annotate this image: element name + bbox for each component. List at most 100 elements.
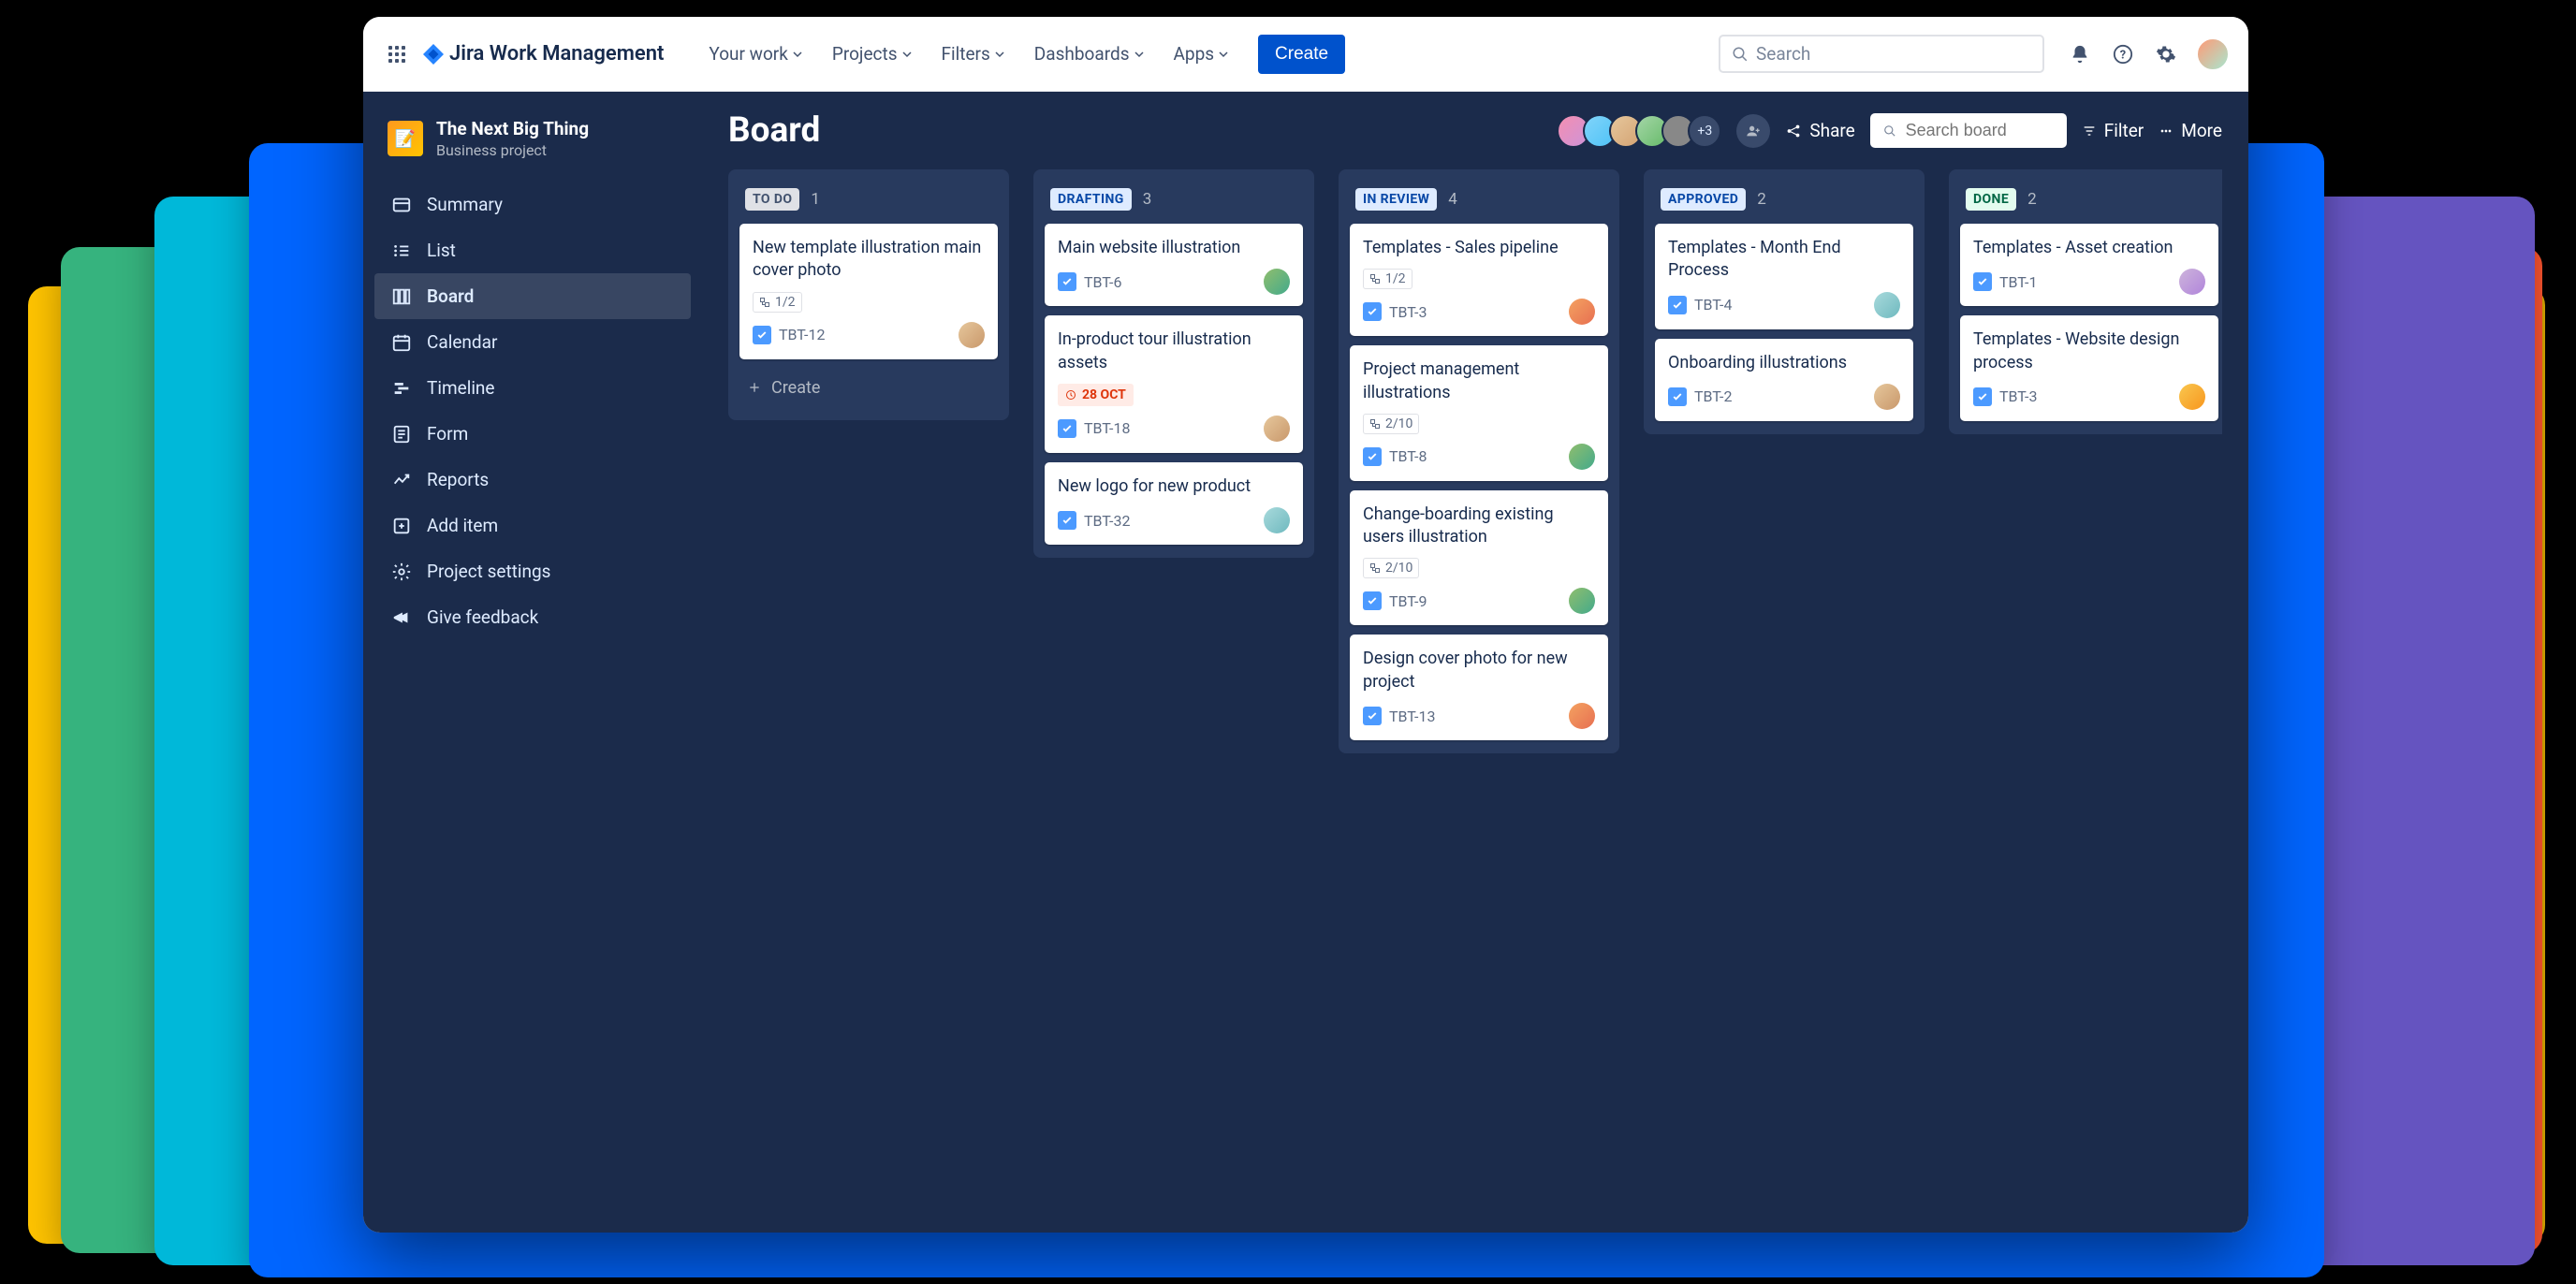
sidebar-item-list[interactable]: List <box>374 227 691 273</box>
app-switcher-icon[interactable] <box>382 39 412 69</box>
subtask-icon <box>759 297 770 308</box>
column-header[interactable]: IN REVIEW4 <box>1350 182 1608 214</box>
jira-logo-icon <box>423 44 444 65</box>
filter-label: Filter <box>2104 120 2144 141</box>
card-footer: TBT-6 <box>1058 269 1290 295</box>
sidebar-label: Calendar <box>427 331 497 353</box>
project-name: The Next Big Thing <box>436 118 589 139</box>
assignee-avatar[interactable] <box>1874 384 1900 410</box>
share-label: Share <box>1809 120 1854 141</box>
nav-your-work[interactable]: Your work <box>695 36 814 72</box>
card-footer: TBT-32 <box>1058 507 1290 533</box>
assignee-avatar[interactable] <box>2179 269 2205 295</box>
issue-key[interactable]: TBT-3 <box>1973 387 2037 406</box>
assignee-avatar[interactable] <box>1569 299 1595 325</box>
task-type-icon <box>1363 707 1382 725</box>
notifications-icon[interactable] <box>2067 41 2093 67</box>
task-type-icon <box>1973 272 1992 291</box>
column-count: 2 <box>1757 190 1766 209</box>
avatar-stack[interactable]: +3 <box>1557 114 1721 148</box>
global-search[interactable]: Search <box>1719 35 2044 73</box>
issue-card[interactable]: Templates - Asset creationTBT-1 <box>1960 224 2218 306</box>
assignee-avatar[interactable] <box>959 322 985 348</box>
assignee-avatar[interactable] <box>1264 507 1290 533</box>
issue-card[interactable]: New template illustration main cover pho… <box>739 224 998 359</box>
issue-key[interactable]: TBT-12 <box>753 326 825 344</box>
column-header[interactable]: DRAFTING3 <box>1045 182 1303 214</box>
issue-card[interactable]: In-product tour illustration assets28 OC… <box>1045 315 1303 453</box>
issue-key[interactable]: TBT-4 <box>1668 296 1732 314</box>
add-person-button[interactable] <box>1736 114 1770 148</box>
create-issue-button[interactable]: Create <box>739 369 998 407</box>
assignee-avatar[interactable] <box>1569 588 1595 614</box>
sidebar-item-timeline[interactable]: Timeline <box>374 365 691 411</box>
filter-button[interactable]: Filter <box>2082 120 2144 141</box>
profile-avatar[interactable] <box>2196 37 2230 71</box>
assignee-avatar[interactable] <box>1569 444 1595 470</box>
card-footer: TBT-1 <box>1973 269 2205 295</box>
sidebar-item-calendar[interactable]: Calendar <box>374 319 691 365</box>
assignee-avatar[interactable] <box>1874 292 1900 318</box>
nav-dashboards[interactable]: Dashboards <box>1021 36 1157 72</box>
issue-key[interactable]: TBT-9 <box>1363 591 1427 610</box>
sidebar-item-settings[interactable]: Project settings <box>374 548 691 594</box>
sidebar-item-form[interactable]: Form <box>374 411 691 457</box>
issue-key[interactable]: TBT-18 <box>1058 419 1130 438</box>
product-logo[interactable]: Jira Work Management <box>423 42 664 66</box>
issue-card[interactable]: Main website illustrationTBT-6 <box>1045 224 1303 306</box>
plus-icon <box>747 380 762 395</box>
column-header[interactable]: TO DO1 <box>739 182 998 214</box>
assignee-avatar[interactable] <box>2179 384 2205 410</box>
assignee-avatar[interactable] <box>1264 416 1290 442</box>
share-button[interactable]: Share <box>1785 120 1854 141</box>
column-header[interactable]: DONE2 <box>1960 182 2218 214</box>
issue-card[interactable]: Templates - Sales pipeline1/2TBT-3 <box>1350 224 1608 336</box>
nav-apps[interactable]: Apps <box>1161 36 1242 72</box>
due-date-badge: 28 OCT <box>1058 384 1134 406</box>
issue-card[interactable]: Design cover photo for new projectTBT-13 <box>1350 635 1608 740</box>
help-icon[interactable]: ? <box>2110 41 2136 67</box>
create-button[interactable]: Create <box>1258 35 1345 74</box>
sidebar-label: Board <box>427 285 474 307</box>
column-name: IN REVIEW <box>1355 188 1437 211</box>
issue-card[interactable]: Templates - Website design processTBT-3 <box>1960 315 2218 421</box>
sidebar-item-summary[interactable]: Summary <box>374 182 691 227</box>
issue-card[interactable]: Project management illustrations2/10TBT-… <box>1350 345 1608 481</box>
board-column: IN REVIEW4 Templates - Sales pipeline1/2T… <box>1339 169 1619 753</box>
card-title: New template illustration main cover pho… <box>753 237 985 283</box>
issue-card[interactable]: Change-boarding existing users illustrat… <box>1350 490 1608 626</box>
board-search-input[interactable] <box>1906 121 2054 140</box>
add-item-icon <box>391 516 412 536</box>
issue-key[interactable]: TBT-32 <box>1058 511 1130 530</box>
add-person-icon <box>1746 124 1761 139</box>
sidebar: 📝 The Next Big Thing Business project Su… <box>363 92 702 1233</box>
sidebar-item-feedback[interactable]: Give feedback <box>374 594 691 640</box>
issue-card[interactable]: Templates - Month End ProcessTBT-4 <box>1655 224 1913 329</box>
settings-icon[interactable] <box>2153 41 2179 67</box>
more-button[interactable]: More <box>2159 120 2222 141</box>
issue-key[interactable]: TBT-3 <box>1363 302 1427 321</box>
app-window: Jira Work Management Your work Projects … <box>363 17 2248 1233</box>
project-type: Business project <box>436 141 589 159</box>
sidebar-item-reports[interactable]: Reports <box>374 457 691 503</box>
nav-projects[interactable]: Projects <box>819 36 925 72</box>
nav-filters[interactable]: Filters <box>929 36 1017 72</box>
issue-key[interactable]: TBT-2 <box>1668 387 1732 406</box>
svg-text:?: ? <box>2120 48 2126 62</box>
issue-key[interactable]: TBT-1 <box>1973 272 2037 291</box>
chevron-down-icon <box>793 50 802 59</box>
issue-key[interactable]: TBT-13 <box>1363 707 1435 725</box>
issue-key[interactable]: TBT-8 <box>1363 447 1427 466</box>
assignee-avatar[interactable] <box>1264 269 1290 295</box>
sidebar-item-add[interactable]: Add item <box>374 503 691 548</box>
issue-card[interactable]: Onboarding illustrationsTBT-2 <box>1655 339 1913 421</box>
board-search[interactable] <box>1870 113 2067 148</box>
assignee-avatar[interactable] <box>1569 703 1595 729</box>
sidebar-item-board[interactable]: Board <box>374 273 691 319</box>
more-icon <box>2159 124 2174 139</box>
issue-card[interactable]: New logo for new productTBT-32 <box>1045 462 1303 545</box>
issue-key[interactable]: TBT-6 <box>1058 272 1121 291</box>
avatar-overflow[interactable]: +3 <box>1688 114 1721 148</box>
column-header[interactable]: APPROVED2 <box>1655 182 1913 214</box>
project-header[interactable]: 📝 The Next Big Thing Business project <box>374 118 691 182</box>
